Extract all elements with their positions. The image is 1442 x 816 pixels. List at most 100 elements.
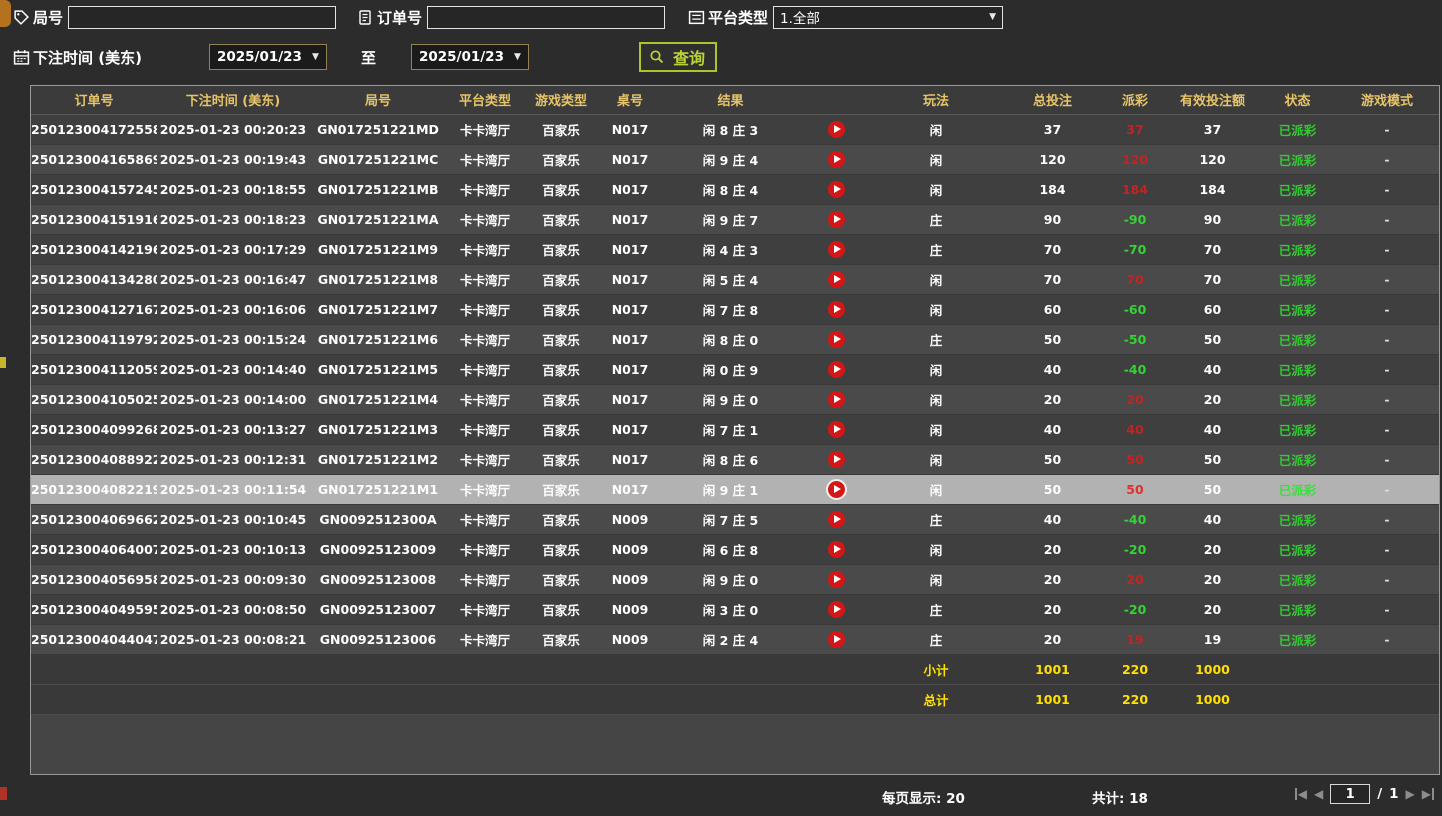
cell-play-type: 闲: [872, 534, 1000, 564]
cell-order: 250123004172558: [31, 114, 157, 144]
bet-records-table: 订单号 下注时间 (美东) 局号 平台类型 游戏类型 桌号 结果 玩法 总投注 …: [30, 85, 1440, 775]
play-circle-icon[interactable]: [828, 301, 845, 318]
cell-result: 闲 8 庄 0: [661, 324, 800, 354]
table-summary: 小计 1001 220 1000 总计 1001 220 1000: [31, 654, 1439, 714]
cell-order: 250123004049595: [31, 594, 157, 624]
cell-payout: -90: [1105, 204, 1165, 234]
play-circle-icon[interactable]: [828, 601, 845, 618]
cell-time: 2025-01-23 00:08:50: [157, 594, 309, 624]
play-circle-icon[interactable]: [828, 451, 845, 468]
page-input[interactable]: 1: [1330, 784, 1370, 804]
table-row[interactable]: 2501230041519162025-01-23 00:18:23GN0172…: [31, 204, 1439, 234]
table-row[interactable]: 2501230041271672025-01-23 00:16:06GN0172…: [31, 294, 1439, 324]
cell-valid: 90: [1165, 204, 1260, 234]
cell-order: 250123004151916: [31, 204, 157, 234]
play-circle-icon[interactable]: [828, 571, 845, 588]
cell-total: 40: [1000, 414, 1105, 444]
cell-platform: 卡卡湾厅: [447, 114, 523, 144]
cell-status: 已派彩: [1260, 504, 1335, 534]
play-circle-icon[interactable]: [828, 421, 845, 438]
play-circle-icon[interactable]: [828, 541, 845, 558]
table-row[interactable]: 2501230041050252025-01-23 00:14:00GN0172…: [31, 384, 1439, 414]
col-header-table-no: 桌号: [599, 86, 661, 114]
play-circle-icon[interactable]: [828, 181, 845, 198]
table-row[interactable]: 2501230041197922025-01-23 00:15:24GN0172…: [31, 324, 1439, 354]
cell-status: 已派彩: [1260, 114, 1335, 144]
cell-status: 已派彩: [1260, 414, 1335, 444]
play-circle-icon[interactable]: [828, 151, 845, 168]
play-circle-icon[interactable]: [828, 391, 845, 408]
cell-platform: 卡卡湾厅: [447, 294, 523, 324]
table-row[interactable]: 2501230041342802025-01-23 00:16:47GN0172…: [31, 264, 1439, 294]
cell-payout: -60: [1105, 294, 1165, 324]
cell-order: 250123004082219: [31, 474, 157, 504]
last-page-button[interactable]: ▶: [1422, 788, 1434, 800]
table-row[interactable]: 2501230041120592025-01-23 00:14:40GN0172…: [31, 354, 1439, 384]
round-input[interactable]: [68, 6, 336, 29]
query-button-label: 查询: [673, 45, 705, 69]
prev-page-button[interactable]: ◀: [1314, 788, 1323, 800]
table-row[interactable]: 2501230040822192025-01-23 00:11:54GN0172…: [31, 474, 1439, 504]
cell-table-no: N009: [599, 594, 661, 624]
query-button[interactable]: 查询: [639, 42, 717, 72]
cell-round: GN017251221M2: [309, 444, 447, 474]
table-row[interactable]: 2501230040992682025-01-23 00:13:27GN0172…: [31, 414, 1439, 444]
cell-round: GN017251221M8: [309, 264, 447, 294]
play-circle-icon[interactable]: [828, 271, 845, 288]
cell-result: 闲 2 庄 4: [661, 624, 800, 654]
cell-platform: 卡卡湾厅: [447, 354, 523, 384]
platform-select[interactable]: 1.全部 ▼: [773, 6, 1003, 29]
cell-status: 已派彩: [1260, 474, 1335, 504]
subtotal-spacer: [1260, 654, 1439, 684]
col-header-payout: 派彩: [1105, 86, 1165, 114]
cell-platform: 卡卡湾厅: [447, 414, 523, 444]
grand-total-valid: 1000: [1165, 684, 1260, 714]
table-row[interactable]: 2501230041421962025-01-23 00:17:29GN0172…: [31, 234, 1439, 264]
grand-total-payout: 220: [1105, 684, 1165, 714]
play-circle-icon[interactable]: [828, 481, 845, 498]
play-circle-icon[interactable]: [828, 331, 845, 348]
cell-mode: -: [1335, 174, 1439, 204]
table-row[interactable]: 2501230040495952025-01-23 00:08:50GN0092…: [31, 594, 1439, 624]
play-circle-icon[interactable]: [828, 631, 845, 648]
col-header-game: 游戏类型: [523, 86, 599, 114]
cell-platform: 卡卡湾厅: [447, 474, 523, 504]
cell-table-no: N009: [599, 504, 661, 534]
cell-result: 闲 9 庄 4: [661, 144, 800, 174]
date-from-value: 2025/01/23: [217, 49, 302, 65]
cell-payout: 20: [1105, 384, 1165, 414]
cell-total: 50: [1000, 324, 1105, 354]
cell-valid: 50: [1165, 444, 1260, 474]
play-circle-icon[interactable]: [828, 361, 845, 378]
order-input[interactable]: [427, 6, 665, 29]
cell-result: 闲 9 庄 7: [661, 204, 800, 234]
cell-payout: 40: [1105, 414, 1165, 444]
date-from-picker[interactable]: 2025/01/23 ▼: [209, 44, 327, 70]
cell-time: 2025-01-23 00:11:54: [157, 474, 309, 504]
play-circle-icon[interactable]: [828, 241, 845, 258]
table-row[interactable]: 2501230040640072025-01-23 00:10:13GN0092…: [31, 534, 1439, 564]
cell-game: 百家乐: [523, 624, 599, 654]
play-circle-icon[interactable]: [828, 211, 845, 228]
cell-replay: [800, 444, 872, 474]
table-row[interactable]: 2501230041572452025-01-23 00:18:55GN0172…: [31, 174, 1439, 204]
cell-mode: -: [1335, 624, 1439, 654]
table-row[interactable]: 2501230041658692025-01-23 00:19:43GN0172…: [31, 144, 1439, 174]
table-row[interactable]: 2501230040569582025-01-23 00:09:30GN0092…: [31, 564, 1439, 594]
cell-platform: 卡卡湾厅: [447, 234, 523, 264]
order-label: 订单号: [377, 7, 422, 28]
next-page-button[interactable]: ▶: [1406, 788, 1415, 800]
date-to-picker[interactable]: 2025/01/23 ▼: [411, 44, 529, 70]
cell-valid: 20: [1165, 594, 1260, 624]
play-circle-icon[interactable]: [828, 121, 845, 138]
cell-play-type: 闲: [872, 444, 1000, 474]
cell-replay: [800, 144, 872, 174]
cell-platform: 卡卡湾厅: [447, 564, 523, 594]
first-page-button[interactable]: ◀: [1295, 788, 1307, 800]
cell-valid: 70: [1165, 264, 1260, 294]
table-row[interactable]: 2501230040889222025-01-23 00:12:31GN0172…: [31, 444, 1439, 474]
table-row[interactable]: 2501230040440472025-01-23 00:08:21GN0092…: [31, 624, 1439, 654]
play-circle-icon[interactable]: [828, 511, 845, 528]
table-row[interactable]: 2501230041725582025-01-23 00:20:23GN0172…: [31, 114, 1439, 144]
table-row[interactable]: 2501230040696622025-01-23 00:10:45GN0092…: [31, 504, 1439, 534]
